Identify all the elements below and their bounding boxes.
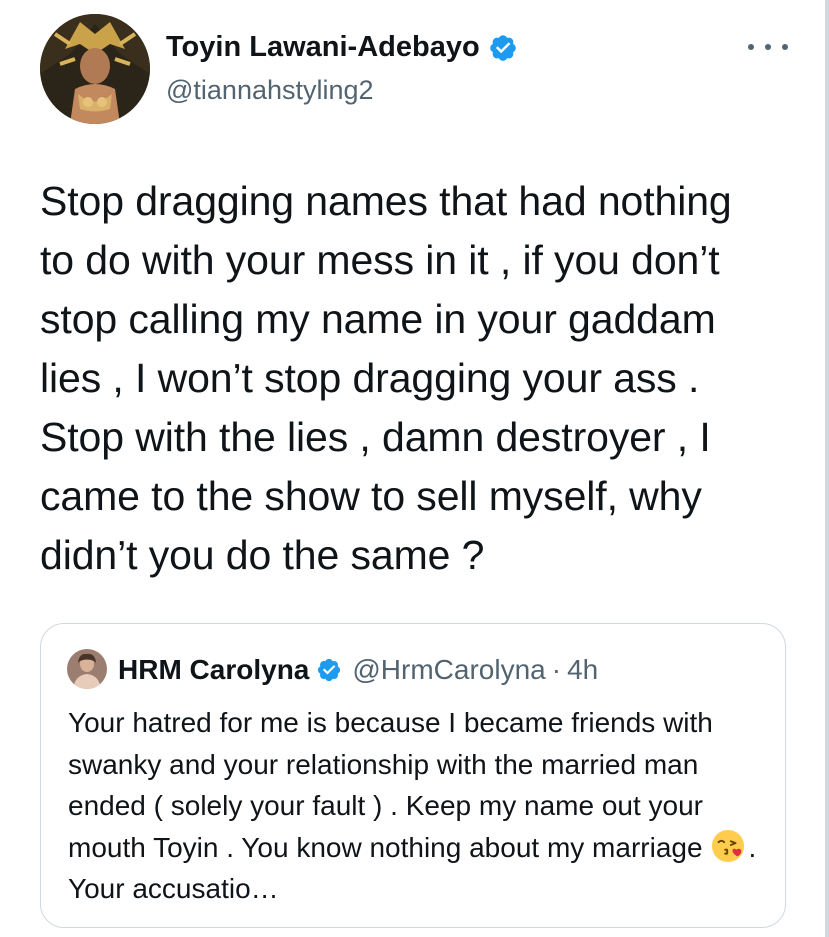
quoted-tweet-card[interactable]: HRM Carolyna @HrmCarolyna · 4h Your hatr…: [40, 623, 786, 928]
author-avatar[interactable]: [40, 14, 150, 124]
quoted-tweet-header: HRM Carolyna @HrmCarolyna · 4h: [118, 654, 598, 686]
kissing-face-icon: [711, 829, 745, 863]
quoted-tweet-text: Your hatred for me is because I became f…: [68, 702, 768, 910]
author-display-name[interactable]: Toyin Lawani-Adebayo: [166, 31, 480, 64]
more-dot: [765, 44, 771, 50]
verified-badge-icon: [316, 657, 342, 683]
separator-dot: ·: [551, 654, 562, 685]
quoted-text-before-emoji: Your hatred for me is because I became f…: [68, 707, 713, 863]
profile-photo-icon: [67, 649, 107, 689]
more-options-icon[interactable]: [748, 35, 788, 59]
author-display-name-row[interactable]: Toyin Lawani-Adebayo: [166, 31, 518, 64]
quoted-author-avatar[interactable]: [67, 649, 107, 689]
quoted-author-handle[interactable]: @HrmCarolyna: [352, 654, 545, 686]
profile-photo-icon: [40, 14, 150, 124]
more-dot: [748, 44, 754, 50]
quoted-tweet-time[interactable]: 4h: [567, 654, 598, 686]
quoted-author-display-name[interactable]: HRM Carolyna: [118, 654, 309, 686]
tweet-text: Stop dragging names that had nothing to …: [40, 178, 732, 578]
verified-badge-icon: [488, 33, 518, 63]
author-handle[interactable]: @tiannahstyling2: [166, 75, 374, 106]
scrollbar-edge: [825, 0, 829, 937]
more-dot: [782, 44, 788, 50]
